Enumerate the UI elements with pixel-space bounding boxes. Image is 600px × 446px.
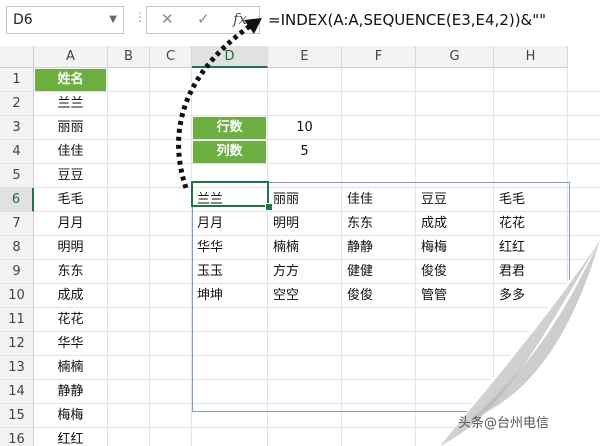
spreadsheet: D6 ▼ ⋮ ✕ ✓ fx =INDEX(A:A,SEQUENCE(E3,E4,… <box>0 0 600 446</box>
dotted-arrow <box>176 18 262 189</box>
watermark: 头条@台州电信 <box>458 416 550 431</box>
